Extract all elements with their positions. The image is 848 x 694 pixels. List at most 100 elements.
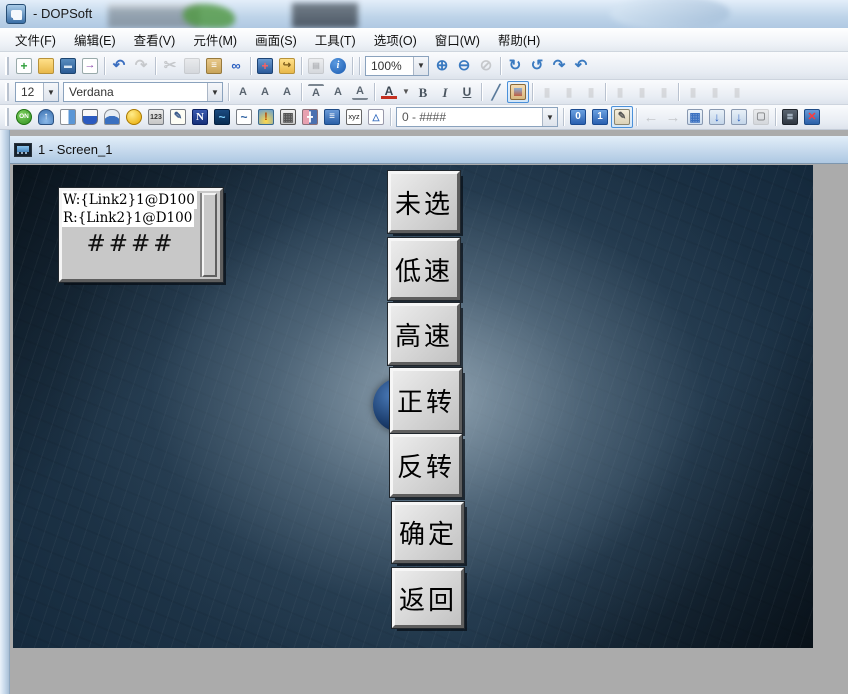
pc-connect-button[interactable]: ≣ [779,106,801,128]
open-file-button[interactable] [35,55,57,77]
v-align-bottom-button[interactable]: A [349,81,371,103]
menu-view[interactable]: 查看(V) [125,28,185,51]
menu-tools[interactable]: 工具(T) [306,28,365,51]
toolbar-separator [563,108,564,126]
undo-action-button[interactable]: ↺ [526,55,548,77]
character-entry-tool[interactable]: ✎ [167,106,189,128]
obj-align-left-icon: ▮ [539,84,555,100]
hmi-button-low-speed[interactable]: 低速 [388,238,460,300]
tank-display-tool[interactable] [79,106,101,128]
line-tool-button[interactable]: ╱ [485,81,507,103]
window-title: - DOPSoft [33,6,92,21]
zoom-out-button[interactable]: ⊖ [453,55,475,77]
menu-options[interactable]: 选项(O) [365,28,426,51]
undo-to-mark-button[interactable]: ↶ [570,55,592,77]
slider-tool[interactable]: ╋ [299,106,321,128]
find-button[interactable]: ∞ [225,55,247,77]
dopsoft-app-icon[interactable] [6,4,26,24]
open-screen-button[interactable]: ↪ [276,55,298,77]
chevron-down-icon[interactable]: ▼ [542,108,557,126]
screen-canvas[interactable]: W:{Link2}1@D100 R:{Link2}1@D100 #### 未选 … [13,165,813,648]
read-address-label: R:{Link2}1@D100 [62,209,194,227]
toolbar-grip[interactable] [5,108,9,126]
about-button[interactable]: i [327,55,349,77]
font-family-combobox[interactable]: Verdana ▼ [63,82,223,102]
redo-icon: ↷ [133,58,149,74]
chevron-down-icon[interactable]: ▼ [207,83,222,101]
zoom-level-combobox[interactable]: 100% ▼ [365,56,429,76]
export-button[interactable]: → [79,55,101,77]
toolbar-grip[interactable] [5,57,9,75]
h-align-right-button[interactable]: A [276,81,298,103]
word-lamp-tool[interactable]: N [189,106,211,128]
bold-icon: B [415,84,431,100]
font-size-combobox[interactable]: 12 ▼ [15,82,59,102]
hmi-button-forward[interactable]: 正转 [390,368,462,433]
momentary-button-tool[interactable]: ↑ [35,106,57,128]
hmi-button-not-selected[interactable]: 未选 [388,171,460,233]
set-value-tool[interactable] [57,106,79,128]
picture-tool-button[interactable] [507,81,529,103]
download-screen-button[interactable]: ↓ [728,106,750,128]
hmi-button-confirm[interactable]: 确定 [392,502,464,563]
history-table-tool[interactable]: ≡ [321,106,343,128]
save-button[interactable]: ▬ [57,55,79,77]
mdi-workspace: 1 - Screen_1 W:{Link2}1@D100 R:{Link2}1@… [0,130,848,694]
keypad-tool[interactable]: ▦ [277,106,299,128]
undo-button[interactable]: ↶ [108,55,130,77]
state-combobox[interactable]: 0 - #### ▼ [396,107,558,127]
menu-help[interactable]: 帮助(H) [489,28,549,51]
toolbar-separator [301,83,302,101]
add-screen-button[interactable]: + [254,55,276,77]
h-align-center-button[interactable]: A [254,81,276,103]
numeric-display-tool[interactable]: 123 [145,106,167,128]
meter-display-tool[interactable] [101,106,123,128]
menu-screen[interactable]: 画面(S) [246,28,306,51]
v-align-top-button[interactable]: A [305,81,327,103]
indicator-lamp-tool[interactable] [123,106,145,128]
chevron-down-icon[interactable]: ▼ [43,83,58,101]
menu-file[interactable]: 文件(F) [6,28,65,51]
state-0-button[interactable]: 0 [567,106,589,128]
h-align-left-button[interactable]: A [232,81,254,103]
title-bar[interactable]: - DOPSoft [0,0,848,28]
element-properties-button[interactable]: ✎ [611,106,633,128]
pc-disconnect-button[interactable]: ✕ [801,106,823,128]
italic-button[interactable]: I [434,81,456,103]
toolbar-separator [775,108,776,126]
zoom-in-button[interactable]: ⊕ [431,55,453,77]
toolbar-separator [532,83,533,101]
chevron-down-icon[interactable]: ▼ [413,57,428,75]
screen-window-titlebar[interactable]: 1 - Screen_1 [10,136,848,164]
hmi-button-high-speed[interactable]: 高速 [388,303,460,365]
alarm-lamp-tool[interactable]: ! [255,106,277,128]
bold-button[interactable]: B [412,81,434,103]
numeric-entry-scroll-bar[interactable] [202,193,217,277]
menu-element[interactable]: 元件(M) [184,28,246,51]
menu-window[interactable]: 窗口(W) [426,28,489,51]
compile-button[interactable]: ▦ [684,106,706,128]
font-color-button[interactable]: A [378,81,400,103]
redo-to-mark-button[interactable]: ↷ [548,55,570,77]
xy-curve-tool[interactable]: ~ [233,106,255,128]
font-color-dropdown[interactable]: ▼ [400,81,412,103]
obj-align-bottom-icon: ▮ [729,84,745,100]
redo-action-button[interactable]: ↻ [504,55,526,77]
trend-graph-tool[interactable]: ~ [211,106,233,128]
hmi-button-return[interactable]: 返回 [392,568,464,628]
v-align-middle-button[interactable]: A [327,81,349,103]
menu-edit[interactable]: 编辑(E) [65,28,125,51]
download-all-button[interactable]: ↓ [706,106,728,128]
state-1-button[interactable]: 1 [589,106,611,128]
new-file-button[interactable]: + [13,55,35,77]
numeric-entry-element[interactable]: W:{Link2}1@D100 R:{Link2}1@D100 #### [59,188,223,282]
underline-button[interactable]: U [456,81,478,103]
draw-shape-tool[interactable]: △ [365,106,387,128]
hmi-button-reverse[interactable]: 反转 [390,434,462,497]
paste-button[interactable]: ≡ [203,55,225,77]
docked-panel-edge[interactable] [0,130,10,694]
comment-tool[interactable]: xyz [343,106,365,128]
toolbar-grip[interactable] [5,83,9,101]
pc-connect-icon: ≣ [782,109,798,125]
on-off-button-tool[interactable]: ON [13,106,35,128]
